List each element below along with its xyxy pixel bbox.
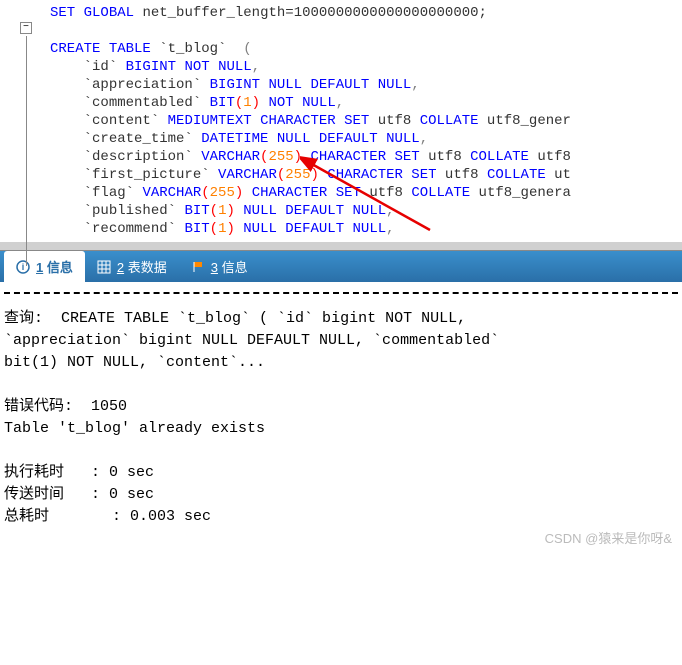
tab-info[interactable]: i 1 信息 bbox=[4, 251, 85, 282]
code-line: `create_time` DATETIME NULL DEFAULT NULL… bbox=[20, 130, 682, 148]
tab-number: 3 bbox=[211, 260, 218, 275]
result-tabs-bar: i 1 信息 2 表数据 3 信息 bbox=[0, 250, 682, 282]
code-line: `description` VARCHAR(255) CHARACTER SET… bbox=[20, 148, 682, 166]
error-message: Table 't_blog' already exists bbox=[4, 418, 678, 440]
info-icon: i bbox=[16, 260, 30, 274]
fold-toggle-icon[interactable]: − bbox=[20, 22, 32, 34]
tab-label: 信息 bbox=[222, 260, 248, 275]
code-line: `commentabled` BIT(1) NOT NULL, bbox=[20, 94, 682, 112]
output-panel: 查询: CREATE TABLE `t_blog` ( `id` bigint … bbox=[0, 282, 682, 538]
dashed-divider bbox=[4, 292, 678, 294]
code-line: `flag` VARCHAR(255) CHARACTER SET utf8 C… bbox=[20, 184, 682, 202]
grid-icon bbox=[97, 260, 111, 274]
code-line: `appreciation` BIGINT NULL DEFAULT NULL, bbox=[20, 76, 682, 94]
code-line: SET GLOBAL net_buffer_length=10000000000… bbox=[20, 4, 682, 22]
total-time-line: 总耗时 : 0.003 sec bbox=[4, 506, 678, 528]
code-line: `id` BIGINT NOT NULL, bbox=[20, 58, 682, 76]
svg-text:i: i bbox=[22, 262, 25, 272]
send-time-line: 传送时间 : 0 sec bbox=[4, 484, 678, 506]
fold-guide-line bbox=[26, 36, 27, 266]
code-line bbox=[20, 22, 682, 40]
tab-table-data[interactable]: 2 表数据 bbox=[85, 251, 179, 282]
query-line: 查询: CREATE TABLE `t_blog` ( `id` bigint … bbox=[4, 308, 678, 374]
error-code-line: 错误代码: 1050 bbox=[4, 396, 678, 418]
code-line: `content` MEDIUMTEXT CHARACTER SET utf8 … bbox=[20, 112, 682, 130]
tab-info-2[interactable]: 3 信息 bbox=[179, 251, 260, 282]
watermark-text: CSDN @猿来是你呀& bbox=[545, 528, 672, 538]
tab-label: 表数据 bbox=[128, 260, 167, 275]
flag-icon bbox=[191, 260, 205, 274]
divider-bar bbox=[0, 242, 682, 250]
sql-code-editor[interactable]: − SET GLOBAL net_buffer_length=100000000… bbox=[0, 0, 682, 242]
tab-number: 1 bbox=[36, 260, 43, 275]
code-line: `recommend` BIT(1) NULL DEFAULT NULL, bbox=[20, 220, 682, 238]
code-line: `published` BIT(1) NULL DEFAULT NULL, bbox=[20, 202, 682, 220]
exec-time-line: 执行耗时 : 0 sec bbox=[4, 462, 678, 484]
tab-number: 2 bbox=[117, 260, 124, 275]
code-line: CREATE TABLE `t_blog` ( bbox=[20, 40, 682, 58]
code-line: `first_picture` VARCHAR(255) CHARACTER S… bbox=[20, 166, 682, 184]
tab-label: 信息 bbox=[47, 260, 73, 275]
